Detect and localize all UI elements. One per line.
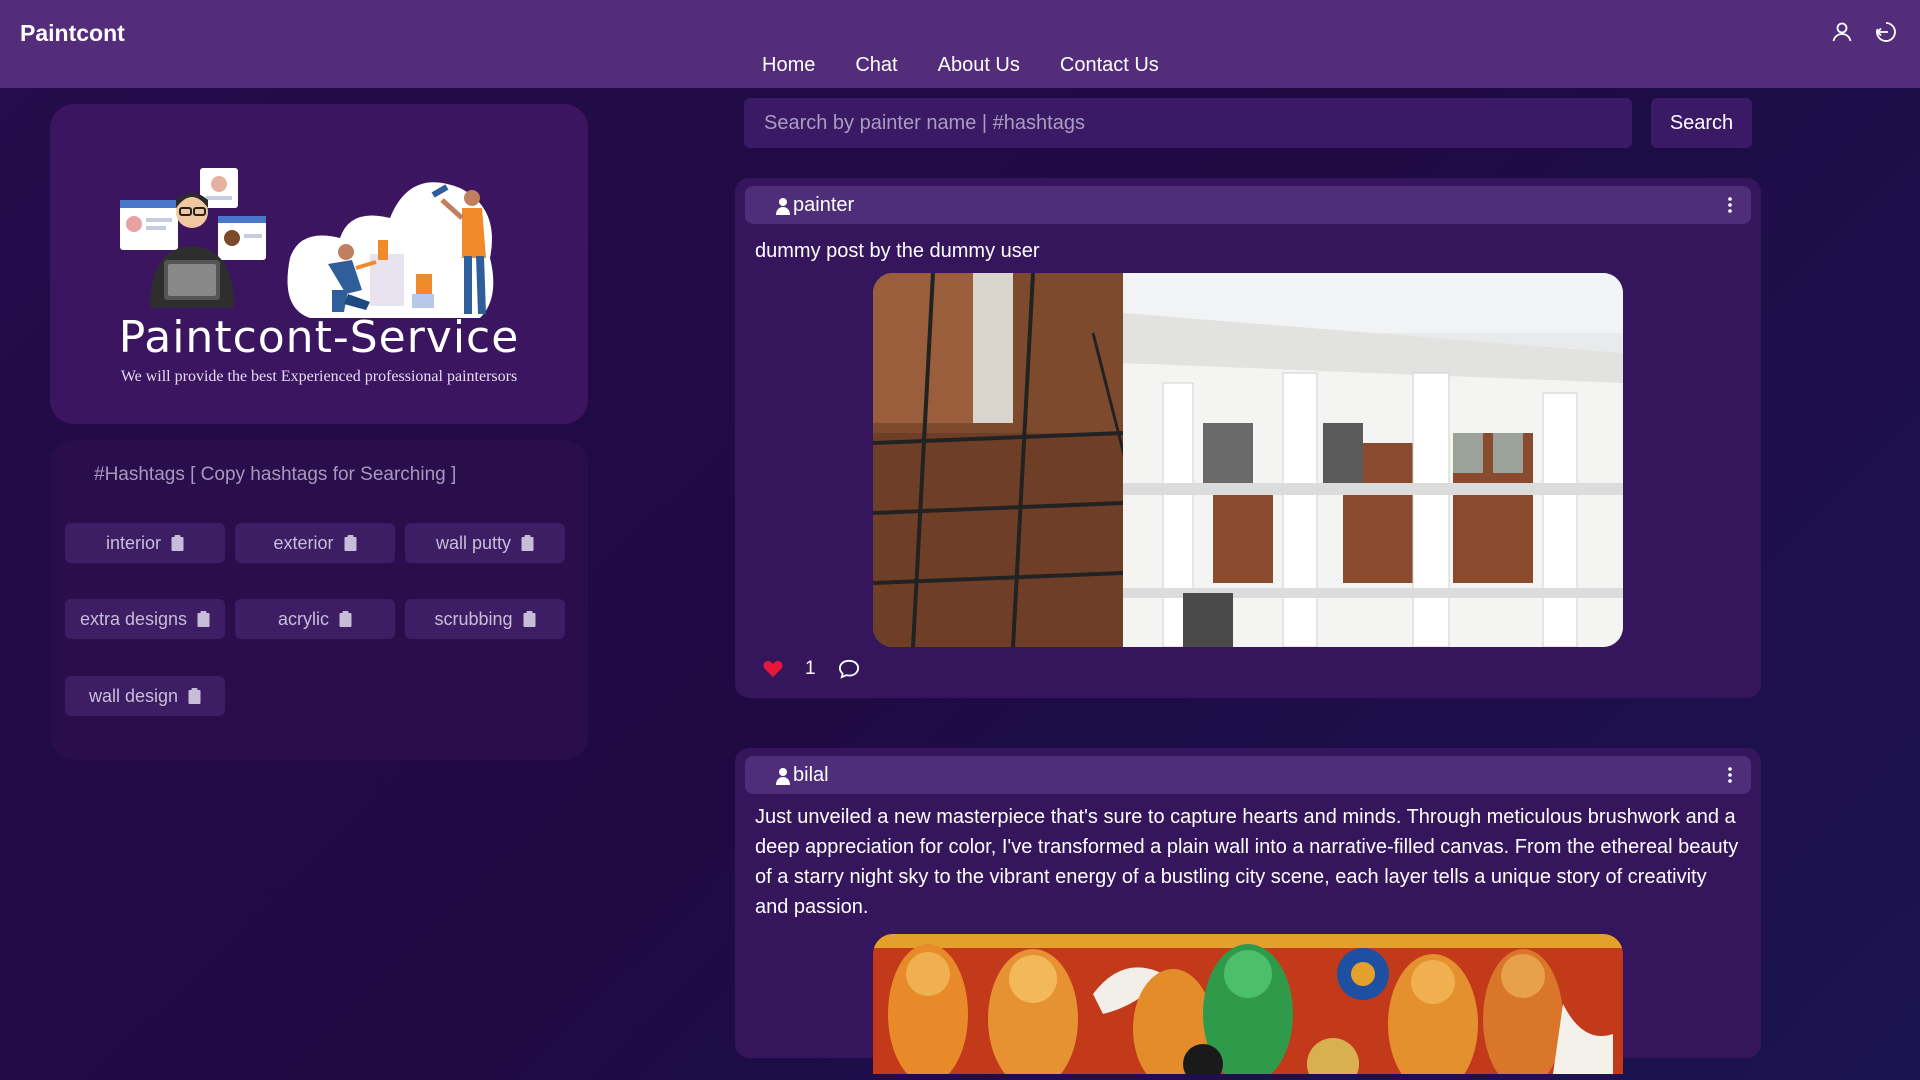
hashtag-label: acrylic <box>277 608 329 629</box>
building-photo <box>873 273 1623 647</box>
hero-subtitle: We will provide the best Experienced pro… <box>120 368 518 385</box>
post-image[interactable] <box>873 934 1623 1074</box>
top-navbar: Paintcont Home Chat About Us Contact Us <box>0 0 1920 88</box>
hashtag-label: wall putty <box>435 532 512 553</box>
hero-card: Paintcont-Service We will provide the be… <box>50 104 588 424</box>
user-icon <box>776 197 790 215</box>
hashtag-extra-designs[interactable]: extra designs <box>65 599 225 639</box>
post-author[interactable]: painter <box>775 194 854 217</box>
logout-icon[interactable] <box>1874 20 1898 44</box>
hashtag-label: interior <box>105 532 162 553</box>
nav-contact-us[interactable]: Contact Us <box>1060 54 1159 77</box>
nav-about-us[interactable]: About Us <box>938 54 1020 77</box>
post-author[interactable]: bilal <box>775 764 829 787</box>
heart-icon[interactable] <box>763 660 783 678</box>
hashtag-exterior[interactable]: exterior <box>235 523 395 563</box>
like-count: 1 <box>805 658 816 679</box>
post-username: painter <box>793 194 855 216</box>
hashtags-card: #Hashtags [ Copy hashtags for Searching … <box>50 440 588 760</box>
nav-home[interactable]: Home <box>762 54 815 77</box>
post-text: Just unveiled a new masterpiece that's s… <box>755 806 1739 918</box>
post-username: bilal <box>793 764 829 786</box>
post-header: bilal <box>745 756 1751 794</box>
post-text: dummy post by the dummy user <box>755 240 1040 262</box>
comment-icon[interactable] <box>838 659 860 679</box>
hashtag-wall-design[interactable]: wall design <box>65 676 225 716</box>
main-nav: Home Chat About Us Contact Us <box>762 54 1159 77</box>
post-image[interactable] <box>873 273 1623 647</box>
top-icons <box>1830 20 1898 44</box>
hashtag-wall-putty[interactable]: wall putty <box>405 523 565 563</box>
clipboard-icon[interactable] <box>523 611 536 627</box>
hero-title: Paintcont-Service <box>118 312 520 363</box>
hashtag-label: scrubbing <box>434 608 513 629</box>
user-icon <box>776 767 790 785</box>
search-input[interactable] <box>744 98 1632 148</box>
user-icon[interactable] <box>1830 20 1854 44</box>
hashtag-interior[interactable]: interior <box>65 523 225 563</box>
hashtag-label: wall design <box>88 685 179 706</box>
search-button[interactable]: Search <box>1651 98 1752 148</box>
hashtags-title: #Hashtags [ Copy hashtags for Searching … <box>94 464 457 485</box>
post-menu-button[interactable] <box>1727 196 1733 214</box>
post-actions: 1 <box>763 658 860 680</box>
hashtag-acrylic[interactable]: acrylic <box>235 599 395 639</box>
brand-logo[interactable]: Paintcont <box>20 20 125 47</box>
clipboard-icon[interactable] <box>171 535 184 551</box>
hashtag-label: extra designs <box>79 608 188 629</box>
nav-chat[interactable]: Chat <box>855 54 897 77</box>
clipboard-icon[interactable] <box>339 611 352 627</box>
hero-illustration <box>120 168 494 318</box>
post-menu-button[interactable] <box>1727 766 1733 784</box>
clipboard-icon[interactable] <box>197 611 210 627</box>
hashtag-label: exterior <box>273 532 334 553</box>
post-header: painter <box>745 186 1751 224</box>
clipboard-icon[interactable] <box>188 688 201 704</box>
more-vertical-icon <box>1728 197 1732 213</box>
more-vertical-icon <box>1728 767 1732 783</box>
post-card: painter dummy post by the dummy user 1 <box>735 178 1761 698</box>
clipboard-icon[interactable] <box>521 535 534 551</box>
clipboard-icon[interactable] <box>344 535 357 551</box>
mural-painting <box>873 934 1623 1074</box>
hashtag-scrubbing[interactable]: scrubbing <box>405 599 565 639</box>
post-card: bilal Just unveiled a new masterpiece th… <box>735 748 1761 1074</box>
